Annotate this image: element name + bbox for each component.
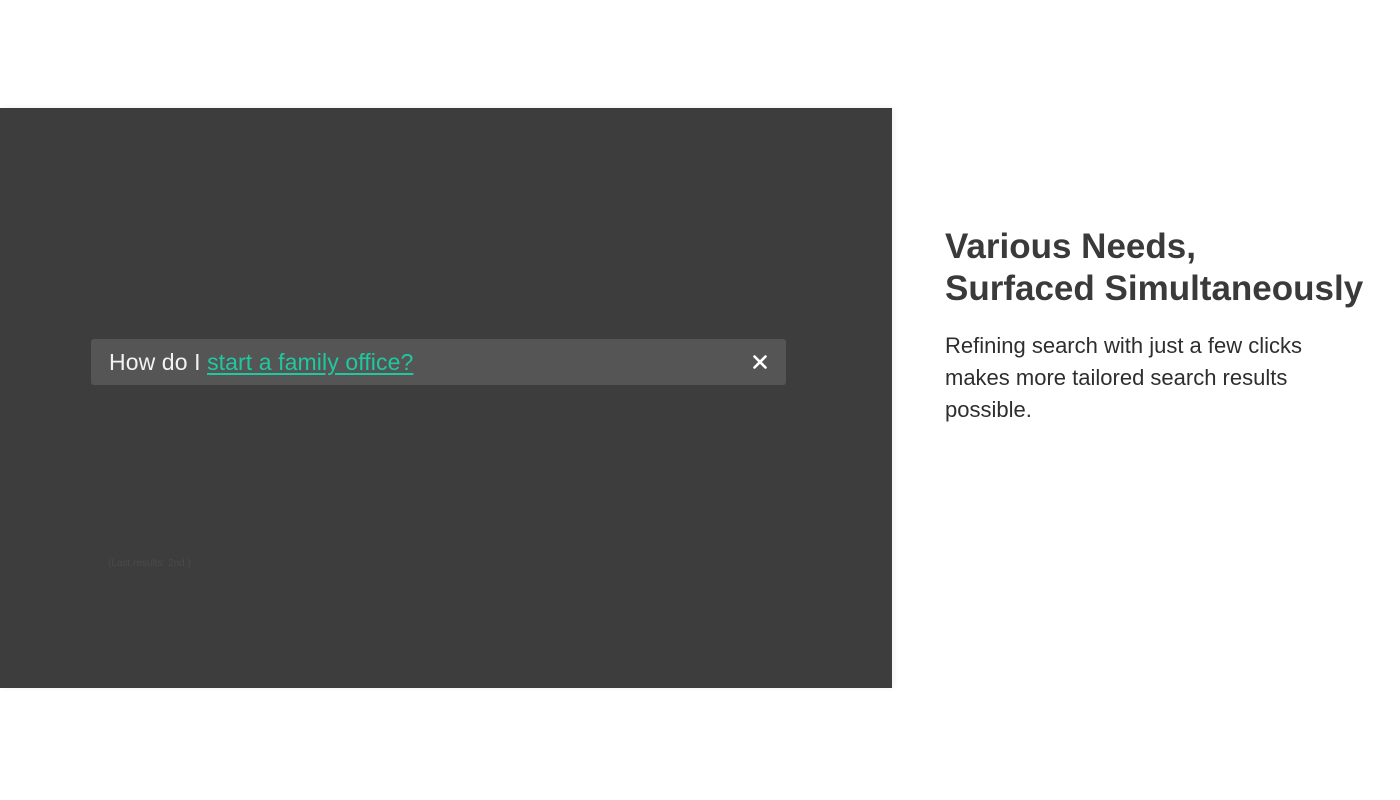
query-suggestion-link[interactable]: start a family office? [207,349,413,375]
search-demo-panel: How do I start a family office? (Last re… [0,108,892,688]
feature-description: Refining search with just a few clicks m… [945,333,1303,422]
feature-info-panel: Various Needs, Surfaced Simultaneously R… [945,226,1365,426]
feature-title-line-1: Various Needs, [945,227,1196,266]
page: How do I start a family office? (Last re… [0,0,1400,800]
clear-search-button[interactable] [748,350,772,374]
search-query: How do I start a family office? [109,349,413,376]
faint-hint-text: (Last results: 2nd.) [108,558,191,569]
close-icon [753,355,767,369]
search-bar[interactable]: How do I start a family office? [91,339,786,385]
feature-title: Various Needs, Surfaced Simultaneously [945,226,1365,310]
query-prefix-text: How do I [109,348,208,375]
feature-title-line-2: Surfaced Simultaneously [945,269,1364,308]
